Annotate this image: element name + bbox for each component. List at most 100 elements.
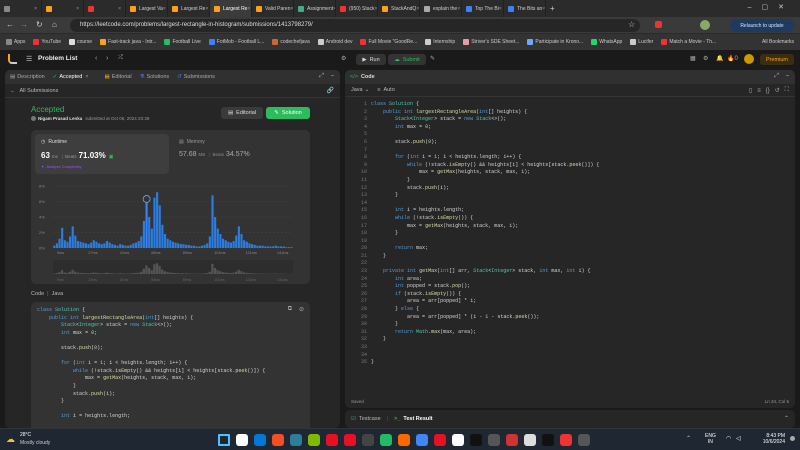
histogram-bar[interactable] [150, 228, 153, 248]
browser-tab[interactable]: Valid Paren × [252, 0, 294, 17]
histogram-bar[interactable] [153, 197, 156, 248]
histogram-bar[interactable] [111, 244, 114, 248]
histogram-bar[interactable] [145, 203, 148, 248]
tab-close-icon[interactable]: × [34, 6, 37, 12]
bookmark-item[interactable]: Striver's SDE Sheet... [463, 39, 519, 45]
chart-range-navigator[interactable] [53, 260, 293, 274]
histogram-bar[interactable] [98, 243, 101, 248]
histogram-bar[interactable] [127, 245, 130, 248]
taskbar-app-icon[interactable] [542, 434, 554, 446]
submitted-code-block[interactable]: ⧉ ⊘ class Solution { public int largestR… [31, 302, 310, 428]
taskbar-app-icon[interactable] [362, 434, 374, 446]
histogram-bar[interactable] [55, 243, 58, 248]
bookmark-item[interactable]: Lucifer [630, 39, 653, 45]
histogram-bar[interactable] [129, 244, 132, 248]
reload-icon[interactable]: ↻ [36, 20, 43, 29]
language-chevron-icon[interactable]: ⌄ [365, 87, 370, 93]
histogram-bar[interactable] [266, 246, 269, 248]
histogram-bar[interactable] [261, 245, 264, 248]
histogram-bar[interactable] [282, 246, 285, 248]
streak-icon[interactable]: 🔥0 [727, 55, 738, 62]
histogram-bar[interactable] [134, 242, 138, 248]
histogram-bar[interactable] [200, 245, 204, 248]
notifications-icon[interactable]: 🔔 [716, 55, 723, 62]
bookmark-item[interactable]: Android dev [317, 39, 352, 45]
histogram-bar[interactable] [206, 243, 209, 248]
extensions-icon[interactable] [655, 21, 662, 28]
shuffle-icon[interactable]: ⤮ [118, 55, 123, 62]
histogram-bar[interactable] [253, 244, 256, 248]
histogram-bar[interactable] [174, 242, 177, 248]
taskbar-app-icon[interactable] [272, 434, 284, 446]
url-field[interactable]: https://leetcode.com/problems/largest-re… [70, 19, 640, 32]
histogram-bar[interactable] [171, 241, 175, 248]
back-icon[interactable]: ← [6, 20, 14, 29]
browser-tab[interactable]: Largest Va × [126, 0, 168, 17]
histogram-bar[interactable] [214, 217, 217, 248]
histogram-bar[interactable] [105, 241, 109, 248]
author-name[interactable]: Nigam Prasad Lenka [38, 116, 82, 121]
bookmark-item[interactable]: course [69, 39, 92, 45]
histogram-bar[interactable] [251, 244, 254, 248]
tab-close-icon[interactable]: × [499, 6, 502, 12]
histogram-bar[interactable] [79, 241, 82, 248]
histogram-bar[interactable] [198, 246, 201, 248]
tray-chevron-icon[interactable]: ⌃ [686, 435, 691, 442]
histogram-bar[interactable] [185, 244, 188, 248]
left-tab-accepted[interactable]: ✓ Accepted × [53, 74, 97, 80]
run-button[interactable]: ▶ Run [356, 54, 386, 65]
histogram-bar[interactable] [208, 236, 211, 248]
submit-button[interactable]: ☁ Submit [388, 54, 426, 65]
braces-icon[interactable]: {} [766, 88, 770, 94]
browser-tab[interactable]: Largest Re × [168, 0, 210, 17]
clock[interactable]: 8:43 PM 10/6/2024 [755, 433, 785, 445]
minimize-editor-icon[interactable]: ⎯ [786, 73, 789, 80]
histogram-bar[interactable] [121, 244, 124, 248]
taskbar-app-icon[interactable] [506, 434, 518, 446]
format-icon[interactable]: ≡ [757, 88, 761, 94]
premium-button[interactable]: Premium [760, 54, 794, 65]
histogram-bar[interactable] [232, 241, 235, 248]
histogram-bar[interactable] [211, 195, 214, 248]
taskbar-app-icon[interactable] [380, 434, 392, 446]
taskbar-app-icon[interactable] [452, 434, 464, 446]
histogram-bar[interactable] [248, 243, 251, 248]
histogram-bar[interactable] [277, 246, 280, 248]
histogram-bar[interactable] [237, 226, 240, 248]
histogram-bar[interactable] [235, 235, 238, 248]
browser-tab[interactable]: (950) Stack × [336, 0, 378, 17]
memory-card[interactable]: ▤ Memory 57.68 MB | Beats 34.57% [173, 134, 306, 174]
copy-link-icon[interactable]: 🔗 [327, 87, 334, 94]
taskbar-app-icon[interactable] [326, 434, 338, 446]
histogram-bar[interactable] [90, 242, 93, 248]
bookmark-item[interactable]: codechefjava [272, 39, 310, 45]
histogram-bar[interactable] [71, 226, 74, 248]
histogram-bar[interactable] [169, 240, 172, 248]
language-select[interactable]: Java [351, 87, 363, 93]
histogram-bar[interactable] [61, 227, 64, 248]
histogram-bar[interactable] [100, 244, 103, 248]
histogram-bar[interactable] [58, 238, 61, 248]
fullscreen-icon[interactable]: ⛶ [785, 87, 789, 94]
taskbar-app-icon[interactable] [470, 434, 482, 446]
histogram-bar[interactable] [76, 241, 80, 248]
notification-center-icon[interactable] [790, 436, 795, 441]
prev-problem-icon[interactable]: ‹ [95, 55, 97, 62]
notes-icon[interactable]: ✎ [430, 55, 435, 62]
maximize-left-icon[interactable]: ⤢ [319, 73, 324, 80]
histogram-bar[interactable] [84, 243, 87, 248]
histogram-bar[interactable] [161, 224, 164, 248]
histogram-bar[interactable] [187, 244, 190, 248]
left-tab-editorial[interactable]: ▤ Editorial [104, 74, 131, 80]
bookmark-icon[interactable]: ▯ [749, 87, 752, 94]
taskbar-app-icon[interactable] [578, 434, 590, 446]
tab-close-icon[interactable]: × [118, 6, 121, 12]
forward-icon[interactable]: → [20, 20, 28, 29]
histogram-bar[interactable] [53, 245, 56, 248]
runtime-card[interactable]: ◷ Runtime 63 ms | Beats 71.03% ▣ ✦ Analyze… [35, 134, 169, 174]
histogram-bar[interactable] [245, 241, 248, 248]
histogram-bar[interactable] [113, 244, 116, 248]
histogram-bar[interactable] [216, 228, 219, 248]
all-submissions-link[interactable]: ← All Submissions [5, 84, 340, 98]
bookmark-item[interactable]: YouTube [33, 39, 61, 45]
